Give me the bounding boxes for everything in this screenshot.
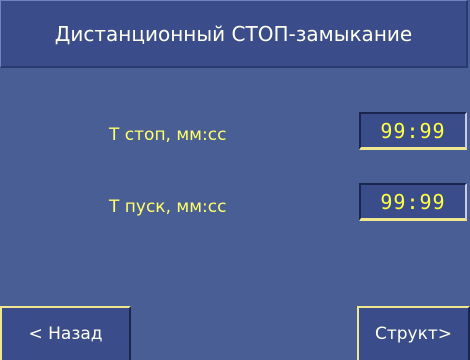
t-start-value: 99:99 bbox=[380, 189, 446, 214]
structure-button[interactable]: Структ> bbox=[357, 306, 470, 360]
t-stop-label: Т стоп, мм:сс bbox=[109, 125, 227, 145]
back-button[interactable]: < Назад bbox=[0, 306, 131, 360]
t-start-label: Т пуск, мм:сс bbox=[109, 197, 227, 217]
screen-title: Дистанционный СТОП-замыкание bbox=[54, 21, 413, 46]
t-stop-field[interactable]: 99:99 bbox=[359, 112, 467, 150]
t-start-field[interactable]: 99:99 bbox=[359, 183, 467, 221]
t-stop-value: 99:99 bbox=[380, 118, 446, 143]
screen-header: Дистанционный СТОП-замыкание bbox=[0, 0, 468, 68]
